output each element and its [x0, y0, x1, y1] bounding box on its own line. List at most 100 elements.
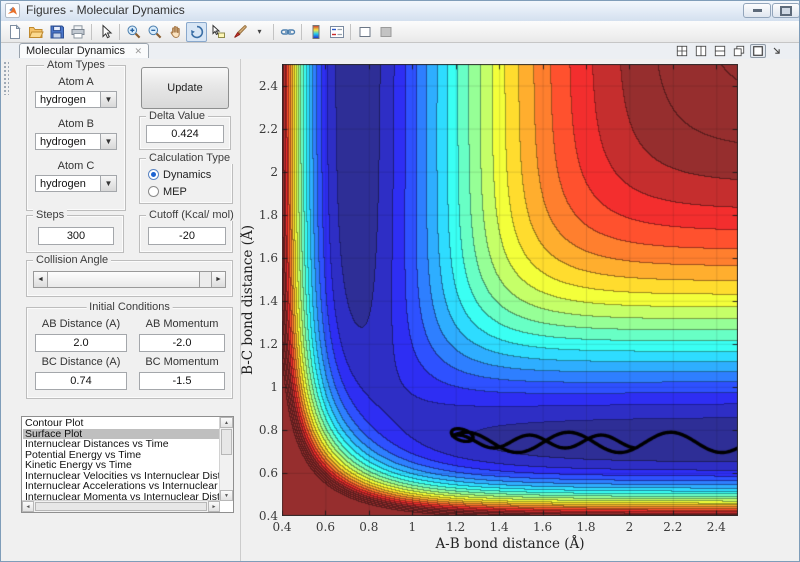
update-button[interactable]: Update: [141, 67, 229, 109]
hide-plot-tools-button[interactable]: [354, 22, 375, 42]
atom-select-b[interactable]: hydrogen ▼: [35, 133, 117, 150]
horizontal-scroll-thumb[interactable]: [35, 502, 207, 511]
layout-grid-button[interactable]: [674, 44, 690, 58]
plot-type-items: Contour Plot Surface Plot Internuclear Dis…: [23, 418, 220, 500]
plot-type-listbox: Contour Plot Surface Plot Internuclear Dis…: [21, 416, 234, 513]
scroll-right-icon[interactable]: ►: [208, 501, 220, 512]
scroll-left-icon[interactable]: ◄: [22, 501, 34, 512]
list-item[interactable]: Contour Plot: [23, 418, 220, 429]
delta-value-title: Delta Value: [146, 110, 209, 122]
slider-right-arrow-icon[interactable]: ►: [211, 272, 225, 287]
insert-legend-icon: [329, 24, 345, 40]
layout-float-button[interactable]: [731, 44, 747, 58]
layout-maximized-button[interactable]: [750, 44, 766, 58]
scroll-down-icon[interactable]: ▼: [220, 490, 233, 501]
atom-select-c[interactable]: hydrogen ▼: [35, 175, 117, 192]
layout-buttons: [674, 44, 785, 58]
zoom-in-icon: [126, 24, 142, 40]
listbox-horizontal-scrollbar[interactable]: ◄ ►: [22, 500, 220, 512]
initial-condition-label: BC Distance (A): [41, 356, 121, 368]
radio-selected-icon: [148, 169, 159, 180]
x-tick-label: 2.2: [663, 520, 683, 534]
dock-figure-arrow-button[interactable]: [769, 44, 785, 58]
slider-thumb[interactable]: [48, 272, 200, 287]
insert-colorbar-button[interactable]: [305, 22, 326, 42]
layout-top-bottom-button[interactable]: [712, 44, 728, 58]
steps-input[interactable]: [38, 227, 114, 245]
title-bar[interactable]: Figures - Molecular Dynamics: [1, 1, 799, 22]
delta-value-input[interactable]: [146, 125, 224, 143]
dynamics-radio[interactable]: Dynamics: [148, 168, 211, 181]
list-item[interactable]: Surface Plot: [23, 428, 220, 439]
insert-legend-button[interactable]: [326, 22, 347, 42]
chevron-down-icon[interactable]: ▼: [100, 176, 116, 191]
new-file-icon: [7, 23, 23, 40]
window-content: Atom Types Atom A hydrogen ▼ Atom B hydrogen…: [1, 59, 799, 561]
list-item[interactable]: Internuclear Momenta vs Internuclear Dis…: [23, 492, 220, 501]
tab-molecular-dynamics[interactable]: Molecular Dynamics ✕: [19, 43, 149, 58]
zoom-in-button[interactable]: [123, 22, 144, 42]
list-item[interactable]: Kinetic Energy vs Time: [23, 460, 220, 471]
hide-plot-tools-icon: [357, 24, 373, 40]
x-tick-label: 2: [625, 520, 634, 534]
collision-angle-slider[interactable]: ◄ ►: [33, 271, 226, 288]
new-file-button[interactable]: [4, 22, 25, 42]
list-item[interactable]: Internuclear Velocities vs Internuclear …: [23, 471, 220, 482]
toolbar-separator: [273, 23, 274, 40]
contour-canvas[interactable]: [282, 64, 738, 516]
list-item[interactable]: Potential Energy vs Time: [23, 450, 220, 461]
ab-distance-a--input[interactable]: [35, 334, 127, 352]
initial-conditions-fields: AB Distance (A) AB Momentum BC Distance (A…: [35, 316, 225, 390]
minimize-button[interactable]: [743, 3, 771, 18]
ab-momentum-input[interactable]: [139, 334, 225, 352]
initial-condition-field: AB Distance (A): [35, 316, 127, 352]
atom-types-group: Atom Types Atom A hydrogen ▼ Atom B hydrogen…: [26, 59, 126, 211]
calculation-type-title: Calculation Type: [146, 152, 234, 164]
atom-label: Atom A: [58, 76, 94, 88]
brush-button[interactable]: [228, 22, 249, 42]
rotate-3d-button[interactable]: [186, 21, 207, 42]
bc-momentum-input[interactable]: [139, 372, 225, 390]
toolbar-separator: [119, 23, 120, 40]
pointer-button[interactable]: [95, 22, 116, 42]
brush-icon: [231, 24, 247, 40]
save-button[interactable]: [46, 22, 67, 42]
list-item[interactable]: Internuclear Accelerations vs Internucle…: [23, 481, 220, 492]
print-button[interactable]: [67, 22, 88, 42]
scroll-up-icon[interactable]: ▲: [220, 417, 233, 428]
vertical-scroll-thumb[interactable]: [221, 429, 232, 455]
atom-select-a[interactable]: hydrogen ▼: [35, 91, 117, 108]
x-tick-label: 1.6: [533, 520, 553, 534]
x-tick-label: 1.2: [446, 520, 466, 534]
chevron-down-icon[interactable]: ▼: [100, 134, 116, 149]
mep-radio[interactable]: MEP: [148, 185, 187, 198]
show-plot-tools-button[interactable]: [375, 22, 396, 42]
x-tick-label: 1: [408, 520, 417, 534]
data-cursor-button[interactable]: [207, 22, 228, 42]
y-tick-label: 2: [270, 164, 278, 179]
initial-condition-field: AB Momentum: [139, 316, 225, 352]
link-plots-button[interactable]: [277, 22, 298, 42]
pan-icon: [168, 24, 184, 40]
y-tick-label: 0.8: [258, 422, 278, 437]
slider-left-arrow-icon[interactable]: ◄: [34, 272, 48, 287]
close-tab-icon[interactable]: ✕: [134, 46, 142, 57]
open-file-button[interactable]: [25, 22, 46, 42]
listbox-vertical-scrollbar[interactable]: ▲ ▼: [219, 417, 233, 501]
list-item[interactable]: Internuclear Distances vs Time: [23, 439, 220, 450]
delta-value-group: Delta Value: [139, 110, 231, 150]
x-tick-label: 1.8: [576, 520, 596, 534]
chevron-down-icon[interactable]: ▼: [100, 92, 116, 107]
zoom-out-icon: [147, 24, 163, 40]
layout-left-right-button[interactable]: [693, 44, 709, 58]
y-tick-label: 0.4: [258, 509, 278, 523]
layout-grid-icon: [676, 45, 688, 57]
zoom-out-button[interactable]: [144, 22, 165, 42]
pan-button[interactable]: [165, 22, 186, 42]
bc-distance-a--input[interactable]: [35, 372, 127, 390]
maximize-button[interactable]: [772, 3, 799, 18]
brush-menu-caret-button[interactable]: ▾: [249, 22, 270, 42]
initial-condition-label: AB Distance (A): [41, 318, 121, 330]
initial-conditions-group: Initial Conditions AB Distance (A) AB Mom…: [26, 301, 233, 399]
cutoff-input[interactable]: [148, 227, 226, 245]
